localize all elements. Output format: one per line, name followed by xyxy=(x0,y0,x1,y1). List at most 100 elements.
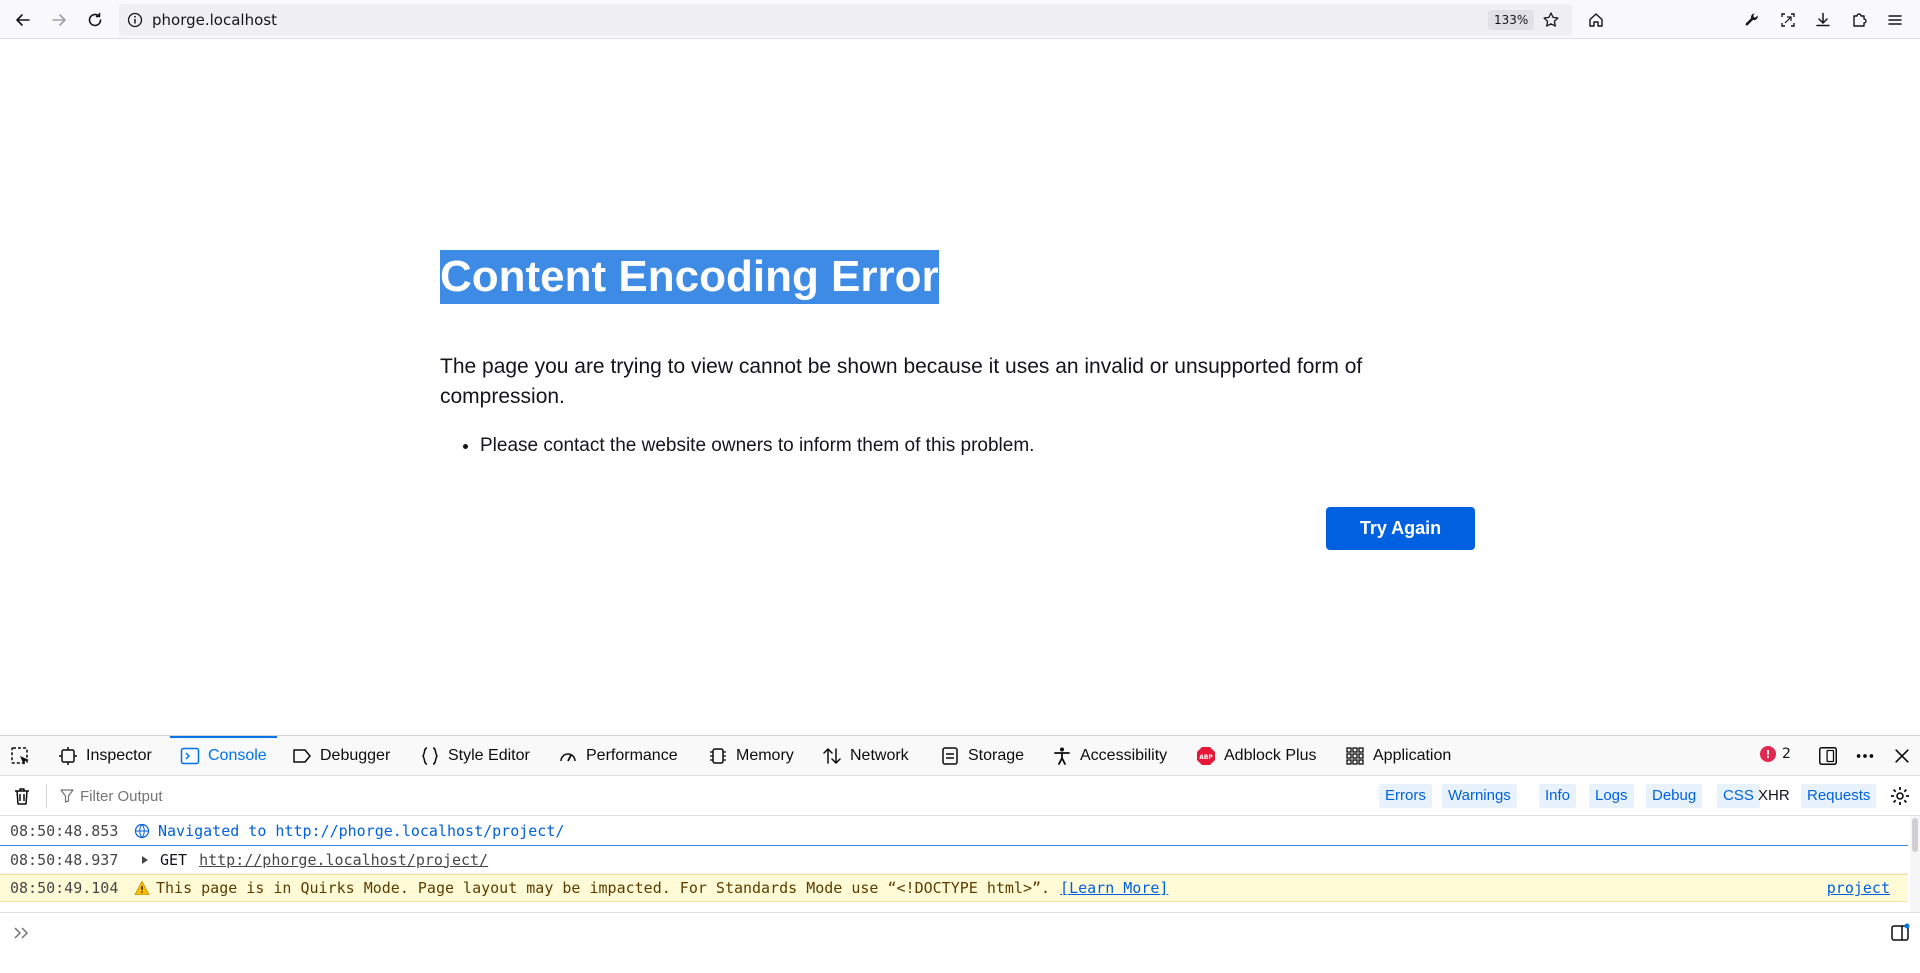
downloads-button[interactable] xyxy=(1808,5,1838,35)
home-icon xyxy=(1589,13,1603,27)
screenshot-button[interactable] xyxy=(1773,5,1803,35)
close-icon xyxy=(1895,749,1909,763)
forward-button[interactable] xyxy=(44,5,74,35)
page-title: Content Encoding Error xyxy=(440,250,939,304)
tab-storage[interactable]: Storage xyxy=(940,736,1024,776)
error-page: Content Encoding Error The page you are … xyxy=(0,40,1920,735)
wrench-icon xyxy=(1745,13,1758,26)
arrow-right-icon xyxy=(52,14,66,26)
error-description: The page you are trying to view cannot b… xyxy=(440,355,1363,408)
devtools-panel: Inspector Console Debugger Style Editor … xyxy=(0,735,1920,973)
tab-label: Debugger xyxy=(320,747,391,764)
sidebar-toggle-icon[interactable] xyxy=(1890,923,1910,943)
double-chevron-icon xyxy=(14,927,29,939)
learn-more-link[interactable]: [Learn More] xyxy=(1060,879,1168,897)
gear-icon[interactable] xyxy=(1890,786,1910,806)
storage-icon xyxy=(942,747,958,765)
tab-style-editor[interactable]: Style Editor xyxy=(420,736,530,776)
puzzle-piece-icon xyxy=(1853,13,1867,27)
tab-label: Inspector xyxy=(86,747,152,764)
expand-triangle-icon[interactable] xyxy=(140,855,150,865)
reload-button[interactable] xyxy=(80,5,110,35)
extensions-button[interactable] xyxy=(1844,5,1874,35)
url-bar[interactable]: phorge.localhost 133% xyxy=(119,4,1572,36)
hamburger-menu-icon xyxy=(1888,15,1902,25)
responsive-design-button[interactable] xyxy=(1816,744,1840,768)
reload-icon xyxy=(88,12,102,27)
globe-icon xyxy=(134,823,150,838)
log-row-warning: 08:50:49.104 This page is in Quirks Mode… xyxy=(0,874,1908,902)
download-icon xyxy=(1816,12,1830,27)
console-filter-bar: Errors Warnings Info Logs Debug CSS XHR … xyxy=(0,776,1920,816)
tab-label: Application xyxy=(1373,747,1452,764)
tab-console[interactable]: Console xyxy=(170,736,277,776)
log-row-request[interactable]: 08:50:48.937 GET http://phorge.localhost… xyxy=(0,846,1908,874)
url-text[interactable]: phorge.localhost xyxy=(152,11,277,29)
adblock-plus-icon: ABP xyxy=(1197,747,1215,765)
tab-label: Adblock Plus xyxy=(1224,747,1317,764)
tab-debugger[interactable]: Debugger xyxy=(292,736,390,776)
tab-label: Storage xyxy=(968,747,1025,764)
log-message: This page is in Quirks Mode. Page layout… xyxy=(156,879,1051,897)
filter-errors-button[interactable]: Errors xyxy=(1379,784,1432,808)
request-method: GET xyxy=(160,850,188,869)
log-source-link[interactable]: project xyxy=(1827,879,1890,897)
tab-adblock-plus[interactable]: ABP Adblock Plus xyxy=(1196,736,1317,776)
tab-network[interactable]: Network xyxy=(822,736,909,776)
bookmark-star-icon[interactable] xyxy=(1542,11,1560,29)
error-count: 2 xyxy=(1782,746,1791,762)
log-row-navigation: 08:50:48.853 Navigated to http://phorge.… xyxy=(0,816,1908,846)
style-editor-icon xyxy=(422,747,438,765)
console-input[interactable] xyxy=(40,919,1860,947)
tab-memory[interactable]: Memory xyxy=(708,736,794,776)
accessibility-icon xyxy=(1054,747,1070,765)
tab-label: Console xyxy=(208,747,267,764)
console-icon xyxy=(180,747,200,765)
memory-icon xyxy=(710,748,726,764)
log-timestamp: 08:50:48.853 xyxy=(10,821,119,840)
console-output: 08:50:48.853 Navigated to http://phorge.… xyxy=(0,816,1910,912)
filter-output-input[interactable] xyxy=(58,782,1358,810)
network-icon xyxy=(823,748,841,764)
tab-label: Network xyxy=(850,747,909,764)
request-url-link[interactable]: http://phorge.localhost/project/ xyxy=(199,851,488,869)
zoom-level-badge[interactable]: 133% xyxy=(1488,10,1535,30)
console-scrollbar[interactable] xyxy=(1910,816,1920,912)
filter-debug-button[interactable]: Debug xyxy=(1646,784,1703,808)
error-count-badge[interactable]: ! 2 xyxy=(1760,746,1791,762)
site-info-icon[interactable] xyxy=(127,12,143,28)
error-suggestion-item: Please contact the website owners to inf… xyxy=(480,432,1462,460)
element-picker-icon[interactable] xyxy=(10,746,32,768)
tab-label: Style Editor xyxy=(448,747,530,764)
error-icon: ! xyxy=(1760,746,1776,762)
devtools-button[interactable] xyxy=(1737,5,1767,35)
filter-logs-button[interactable]: Logs xyxy=(1589,784,1634,808)
close-devtools-button[interactable] xyxy=(1890,744,1914,768)
filter-warnings-button[interactable]: Warnings xyxy=(1442,784,1517,808)
trash-icon[interactable] xyxy=(12,786,32,806)
filter-info-button[interactable]: Info xyxy=(1539,784,1577,808)
home-button[interactable] xyxy=(1581,5,1611,35)
divider xyxy=(46,784,47,808)
devtools-options-button[interactable] xyxy=(1853,744,1877,768)
tab-label: Memory xyxy=(736,747,794,764)
tab-accessibility[interactable]: Accessibility xyxy=(1052,736,1167,776)
log-timestamp: 08:50:48.937 xyxy=(10,850,119,869)
application-icon xyxy=(1346,747,1364,765)
tab-label: Accessibility xyxy=(1080,747,1168,764)
app-menu-button[interactable] xyxy=(1880,5,1910,35)
filter-requests-button[interactable]: Requests xyxy=(1801,784,1877,808)
filter-xhr-button[interactable]: XHR xyxy=(1752,784,1796,808)
error-suggestion-list: Please contact the website owners to inf… xyxy=(462,432,1462,460)
tab-performance[interactable]: Performance xyxy=(558,736,678,776)
tab-label: Performance xyxy=(586,747,678,764)
scrollbar-thumb[interactable] xyxy=(1912,818,1918,852)
warning-icon xyxy=(134,880,150,895)
tab-inspector[interactable]: Inspector xyxy=(58,736,152,776)
log-timestamp: 08:50:49.104 xyxy=(10,879,119,897)
svg-text:ABP: ABP xyxy=(1199,754,1213,761)
devtools-tab-bar: Inspector Console Debugger Style Editor … xyxy=(0,736,1920,776)
back-button[interactable] xyxy=(8,5,38,35)
try-again-button[interactable]: Try Again xyxy=(1326,507,1475,550)
tab-application[interactable]: Application xyxy=(1345,736,1451,776)
